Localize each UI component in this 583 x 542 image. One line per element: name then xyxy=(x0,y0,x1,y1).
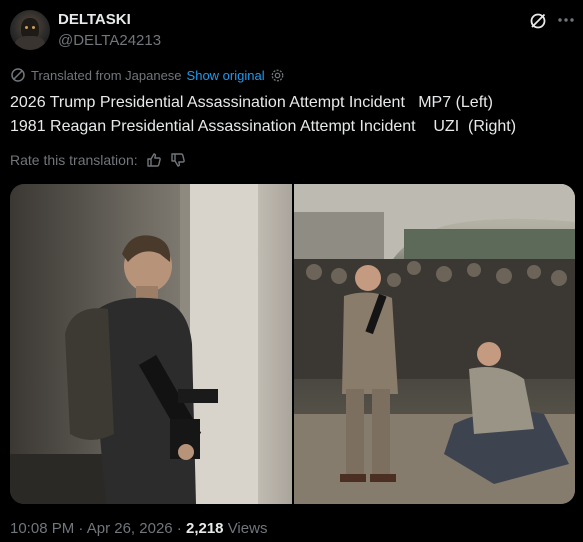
post-time[interactable]: 10:08 PM xyxy=(10,520,74,537)
author-handle[interactable]: @DELTA24213 xyxy=(58,32,161,49)
show-original-link[interactable]: Show original xyxy=(187,68,265,83)
thumbs-down-icon[interactable] xyxy=(170,152,186,168)
rate-label: Rate this translation: xyxy=(10,152,138,168)
views-label: Views xyxy=(223,520,268,537)
translation-notice: Translated from Japanese Show original xyxy=(10,67,285,83)
post-line-1: 2026 Trump Presidential Assassination At… xyxy=(10,94,493,111)
post-date[interactable]: Apr 26, 2026 xyxy=(87,520,173,537)
gear-icon[interactable] xyxy=(270,68,285,83)
views-count: 2,218 xyxy=(185,520,224,537)
author-display-name[interactable]: DELTASKI xyxy=(58,11,131,28)
translate-icon xyxy=(11,68,25,82)
photo-right-scene xyxy=(294,184,575,504)
thumbs-up-icon[interactable] xyxy=(146,152,162,168)
photo-left[interactable] xyxy=(10,184,292,504)
post-text: 2026 Trump Presidential Assassination At… xyxy=(10,91,516,139)
rate-translation: Rate this translation: xyxy=(10,152,186,168)
meta-separator: · xyxy=(74,520,87,537)
photo-right[interactable] xyxy=(294,184,575,504)
grok-icon[interactable] xyxy=(529,12,547,30)
more-icon[interactable] xyxy=(556,10,576,30)
post-line-2: 1981 Reagan Presidential Assassination A… xyxy=(10,118,517,135)
meta-separator-2: · xyxy=(172,520,186,537)
avatar[interactable] xyxy=(10,10,50,50)
photo-left-scene xyxy=(10,184,258,504)
media-grid xyxy=(10,184,575,504)
translation-label: Translated from Japanese xyxy=(31,67,182,83)
post-meta: 10:08 PM · Apr 26, 2026 · 2,218 Views xyxy=(10,520,267,537)
